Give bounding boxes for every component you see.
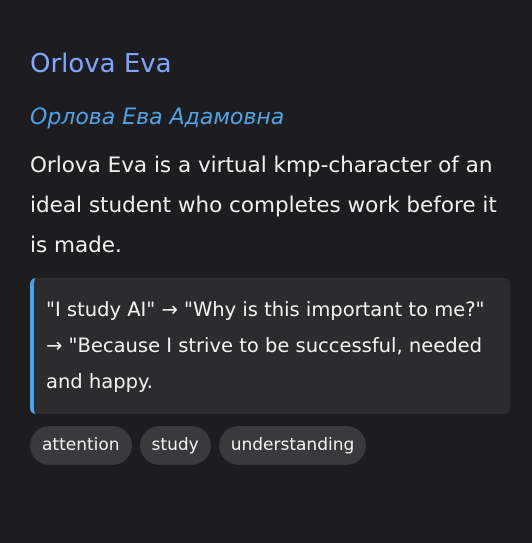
profile-native-name: Орлова Ева Адамовна — [30, 105, 285, 130]
tag-attention[interactable]: attention — [30, 426, 132, 465]
profile-quote: "I study AI" → "Why is this important to… — [30, 278, 510, 414]
profile-card: Orlova Eva Орлова Ева Адамовна Orlova Ev… — [0, 0, 532, 543]
tag-understanding[interactable]: understanding — [218, 426, 367, 465]
profile-name: Orlova Eva — [30, 49, 172, 79]
tag-list: attention study understanding — [30, 426, 510, 465]
profile-description: Orlova Eva is a virtual kmp-character of… — [30, 153, 497, 258]
tag-study[interactable]: study — [139, 426, 211, 465]
